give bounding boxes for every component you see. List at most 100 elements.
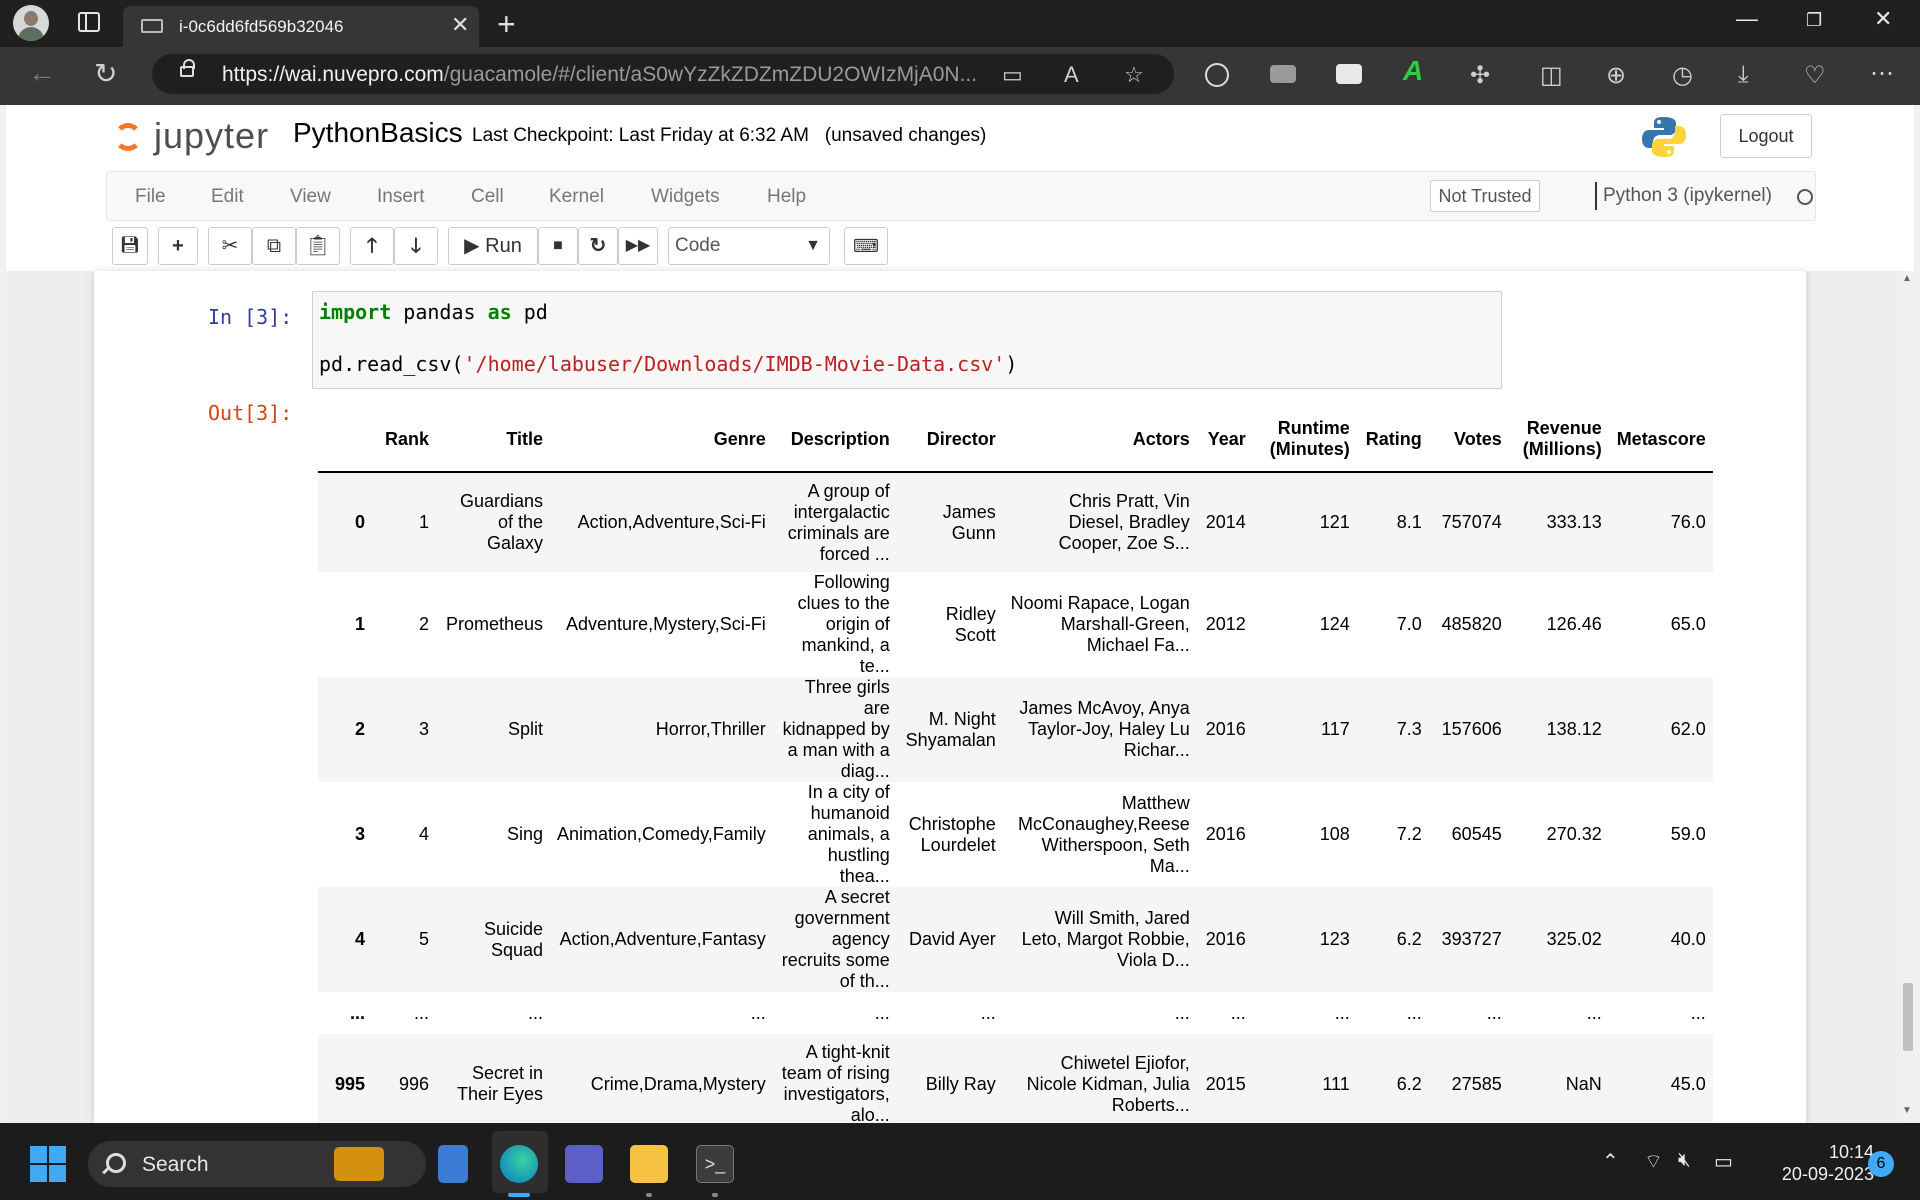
column-header: Year	[1196, 407, 1253, 473]
move-down-icon[interactable]: 🡓	[394, 227, 438, 265]
notification-badge[interactable]: 6	[1868, 1151, 1894, 1177]
insert-cell-icon[interactable]: +	[158, 227, 198, 265]
table-cell: ...	[1230, 1002, 1246, 1023]
split-screen-icon[interactable]: ◫	[1540, 61, 1563, 90]
history-icon[interactable]: ◷	[1672, 61, 1693, 90]
wifi-icon[interactable]: ⌔	[1644, 1149, 1663, 1174]
terminal-running-indicator	[712, 1193, 718, 1197]
command-palette-icon[interactable]: ⌨	[844, 227, 888, 265]
table-cell: 2016	[1205, 719, 1246, 739]
extension-card-icon[interactable]	[1270, 65, 1296, 83]
address-bar[interactable]: https://wai.nuvepro.com/guacamole/#/clie…	[152, 54, 1174, 94]
page-scrollbar[interactable]: ▲ ▼	[1902, 271, 1914, 1123]
cut-icon[interactable]: ✂	[208, 227, 252, 265]
restore-icon[interactable]: ❐	[1806, 10, 1822, 31]
run-icon: ▶	[464, 235, 480, 257]
favorite-star-icon[interactable]: ☆	[1124, 62, 1144, 88]
restart-icon[interactable]: ↻	[578, 227, 618, 265]
clipboard-icon[interactable]: ▭	[1002, 62, 1023, 88]
table-cell: James Gunn	[942, 501, 996, 543]
lock-icon	[180, 59, 195, 77]
scroll-down-icon[interactable]: ▼	[1902, 1105, 1912, 1116]
notepad-app-icon[interactable]	[438, 1145, 468, 1183]
minimize-icon[interactable]: —	[1736, 6, 1758, 32]
menu-view[interactable]: View	[290, 186, 331, 208]
restart-run-all-icon[interactable]: ▶▶	[618, 227, 658, 265]
table-row: .......................................	[318, 992, 1713, 1034]
logout-button[interactable]: Logout	[1720, 114, 1812, 158]
system-clock[interactable]: 10:14 20-09-2023	[1762, 1141, 1874, 1185]
menu-kernel[interactable]: Kernel	[549, 186, 604, 208]
battery-icon[interactable]: ▭	[1714, 1149, 1733, 1174]
jupyter-header: jupyter PythonBasics Last Checkpoint: La…	[6, 105, 1914, 271]
notebook-container: In [3]: import pandas as pd pd.read_csv(…	[94, 271, 1806, 1123]
menu-file[interactable]: File	[135, 186, 166, 208]
column-header: Director	[896, 407, 1003, 473]
teams-app-icon[interactable]	[565, 1145, 603, 1183]
menu-edit[interactable]: Edit	[211, 186, 244, 208]
browser-health-icon[interactable]: ♡	[1804, 61, 1826, 90]
browser-tab-bar: i-0c6dd6fd569b32046 ✕ + — ❐ ✕	[0, 0, 1920, 47]
table-cell: Sing	[506, 824, 543, 844]
table-cell: ...	[980, 1002, 996, 1023]
collections-icon[interactable]: ⊕	[1606, 61, 1626, 90]
run-button[interactable]: ▶ Run	[448, 227, 538, 265]
kernel-name[interactable]: Python 3 (ipykernel)	[1603, 185, 1772, 207]
copy-icon[interactable]: ⧉	[252, 227, 296, 265]
windows-start-icon[interactable]	[30, 1146, 66, 1182]
table-cell: 59.0	[1670, 824, 1706, 844]
tab-actions-icon[interactable]	[78, 12, 100, 32]
back-icon[interactable]: ←	[28, 57, 56, 89]
scroll-up-icon[interactable]: ▲	[1902, 273, 1912, 284]
code-cell-editor[interactable]: import pandas as pd pd.read_csv('/home/l…	[312, 291, 1502, 389]
edge-app-icon[interactable]	[500, 1145, 538, 1183]
extension-fcm-icon[interactable]	[1336, 64, 1362, 84]
profile-avatar[interactable]	[13, 5, 49, 41]
url-text[interactable]: https://wai.nuvepro.com/guacamole/#/clie…	[222, 63, 977, 87]
table-cell: Three girls are kidnapped by a man with …	[782, 677, 890, 781]
refresh-icon[interactable]: ↻	[94, 57, 117, 90]
row-index: ...	[349, 1002, 365, 1023]
menu-cell[interactable]: Cell	[471, 186, 504, 208]
notebook-name[interactable]: PythonBasics	[293, 117, 463, 149]
new-tab-icon[interactable]: +	[497, 6, 516, 43]
window-close-icon[interactable]: ✕	[1874, 6, 1892, 32]
table-cell: 3	[418, 719, 429, 739]
table-cell: Matthew McConaughey,Reese Witherspoon, S…	[1017, 792, 1190, 876]
menu-widgets[interactable]: Widgets	[651, 186, 720, 208]
row-index: 995	[334, 1073, 365, 1094]
paste-icon[interactable]: 📋︎	[296, 227, 340, 265]
menu-help[interactable]: Help	[767, 186, 806, 208]
python-logo-icon	[1642, 117, 1686, 157]
tab-title: i-0c6dd6fd569b32046	[179, 17, 344, 36]
column-header: Rating	[1356, 407, 1429, 473]
move-up-icon[interactable]: 🡑	[350, 227, 394, 265]
browser-tab[interactable]: i-0c6dd6fd569b32046 ✕	[123, 6, 479, 47]
not-trusted-button[interactable]: Not Trusted	[1430, 180, 1540, 212]
interrupt-icon[interactable]: ■	[538, 227, 578, 265]
tab-close-icon[interactable]: ✕	[451, 12, 469, 38]
extension-a-icon[interactable]	[1205, 63, 1229, 87]
table-cell: 2016	[1205, 824, 1246, 844]
more-menu-icon[interactable]: ⋯	[1870, 59, 1894, 88]
table-cell: 7.0	[1396, 614, 1422, 634]
column-header: Revenue (Millions)	[1508, 407, 1609, 473]
taskbar-search[interactable]: Search	[88, 1141, 426, 1187]
table-cell: Chiwetel Ejiofor, Nicole Kidman, Julia R…	[1026, 1052, 1190, 1115]
extensions-puzzle-icon[interactable]: ✣	[1470, 61, 1490, 90]
downloads-icon[interactable]: ⤓	[1738, 61, 1749, 89]
cell-type-select[interactable]: Code ▼	[668, 227, 830, 265]
search-highlight-icon	[334, 1147, 384, 1181]
save-icon[interactable]: 💾︎	[112, 227, 148, 265]
read-aloud-icon[interactable]: A	[1064, 62, 1079, 88]
terminal-app-icon[interactable]: >_	[696, 1145, 734, 1183]
menu-insert[interactable]: Insert	[377, 186, 425, 208]
file-explorer-app-icon[interactable]	[630, 1145, 668, 1183]
show-hidden-icons-chevron-icon[interactable]: ⌃	[1602, 1149, 1619, 1174]
table-cell: ...	[527, 1002, 543, 1023]
extension-green-a-icon[interactable]: A	[1403, 55, 1429, 86]
table-cell: 27585	[1451, 1073, 1502, 1094]
volume-muted-icon[interactable]: 🔇︎	[1678, 1149, 1691, 1172]
scrollbar-thumb[interactable]	[1903, 983, 1913, 1051]
code-line-2: pd.read_csv('/home/labuser/Downloads/IMD…	[319, 352, 1018, 376]
